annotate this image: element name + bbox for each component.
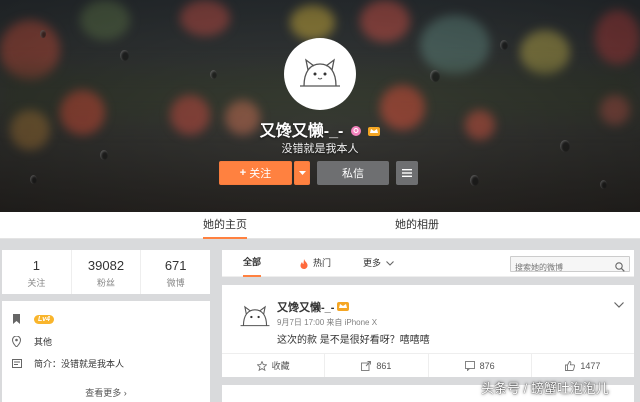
profile-info-card: Lv4 其他 简介：没错就是我本人 查看更多 › [2, 301, 210, 402]
intro-row: 简介：没错就是我本人 [12, 356, 124, 370]
tab-home[interactable]: 她的主页 [203, 212, 247, 239]
stat-following-label: 关注 [27, 278, 46, 288]
filter-tab-more-label: 更多 [363, 258, 382, 268]
profile-tab-bar: 她的主页 她的相册 [0, 212, 640, 239]
post-avatar[interactable] [235, 297, 275, 337]
level-row: Lv4 [12, 312, 55, 326]
comment-button[interactable]: 876 [429, 354, 532, 377]
share-icon [361, 360, 372, 371]
level-badge[interactable]: Lv4 [34, 314, 55, 324]
post-author-name: 又馋又懒-_- [277, 302, 335, 314]
intro-text: 简介：没错就是我本人 [34, 358, 125, 369]
comment-icon [464, 360, 475, 371]
location-text: 其他 [34, 336, 53, 347]
location-pin-icon [12, 335, 24, 347]
stat-followers-label: 粉丝 [97, 278, 116, 288]
search-box [510, 256, 630, 275]
cat-doodle-icon [240, 305, 270, 327]
profile-avatar[interactable] [284, 38, 356, 110]
filter-tab-hot[interactable]: 热门 [300, 250, 331, 277]
profile-bio: 没错就是我本人 [281, 143, 359, 155]
share-count: 861 [376, 360, 392, 371]
post-text: 这次的款 是不是很好看呀？嘻嘻嘻 [277, 335, 430, 346]
bookmark-icon [12, 314, 24, 324]
tab-album[interactable]: 她的相册 [395, 212, 439, 239]
like-count: 1477 [580, 360, 601, 371]
filter-tab-more[interactable]: 更多 [363, 250, 394, 277]
stat-posts-value: 671 [164, 258, 187, 273]
stat-posts-label: 微博 [166, 278, 185, 288]
stat-following[interactable]: 1 关注 [2, 250, 72, 294]
feed-post: 又馋又懒-_- 9月7日 17:00 来自 iPhone X 这次的款 是不是很… [222, 285, 634, 377]
post-options-chevron-icon[interactable] [614, 295, 624, 313]
source-watermark: 头条号 / 螃蟹吐泡泡儿 [481, 381, 609, 396]
follow-button-label: 关注 [249, 168, 272, 180]
info-card-icon [12, 358, 24, 368]
stat-following-value: 1 [32, 258, 40, 273]
message-button-label: 私信 [342, 168, 364, 180]
profile-name-row: 又馋又懒-_- [0, 117, 640, 141]
post-meta: 9月7日 17:00 来自 iPhone X [277, 318, 378, 327]
chevron-down-icon [386, 261, 394, 266]
message-button[interactable]: 私信 [317, 161, 389, 185]
plus-icon: + [239, 167, 247, 179]
location-row: 其他 [12, 334, 52, 348]
filter-tab-all-label: 全部 [243, 257, 262, 267]
hamburger-menu-icon [402, 169, 412, 177]
more-menu-button[interactable] [396, 161, 418, 185]
follow-button[interactable]: + 关注 [219, 161, 292, 185]
comment-count: 876 [479, 360, 495, 371]
caret-down-icon [298, 171, 306, 175]
crown-badge-icon [337, 300, 350, 314]
view-more-link[interactable]: 查看更多 › [2, 386, 210, 399]
filter-tab-all[interactable]: 全部 [243, 250, 262, 277]
share-button[interactable]: 861 [325, 354, 429, 377]
search-input[interactable] [511, 260, 607, 275]
profile-name: 又馋又懒-_- [259, 123, 344, 140]
stat-followers[interactable]: 39082 粉丝 [72, 250, 142, 294]
search-icon[interactable] [615, 259, 625, 277]
post-author[interactable]: 又馋又懒-_- [277, 299, 350, 315]
star-icon [256, 360, 267, 371]
flame-icon [300, 258, 308, 269]
profile-stats: 1 关注 39082 粉丝 671 微博 [2, 250, 210, 294]
gender-female-icon [350, 123, 361, 141]
crown-badge-icon [368, 123, 381, 141]
filter-tab-hot-label: 热门 [313, 258, 332, 268]
stat-posts[interactable]: 671 微博 [141, 250, 210, 294]
favorite-label: 收藏 [271, 361, 290, 371]
post-action-bar: 收藏 861 876 1477 [222, 353, 634, 377]
cat-doodle-icon [300, 58, 340, 87]
favorite-button[interactable]: 收藏 [222, 354, 326, 377]
follow-options-button[interactable] [294, 161, 310, 185]
stat-followers-value: 39082 [87, 258, 125, 273]
like-icon [565, 360, 576, 371]
like-button[interactable]: 1477 [532, 354, 634, 377]
